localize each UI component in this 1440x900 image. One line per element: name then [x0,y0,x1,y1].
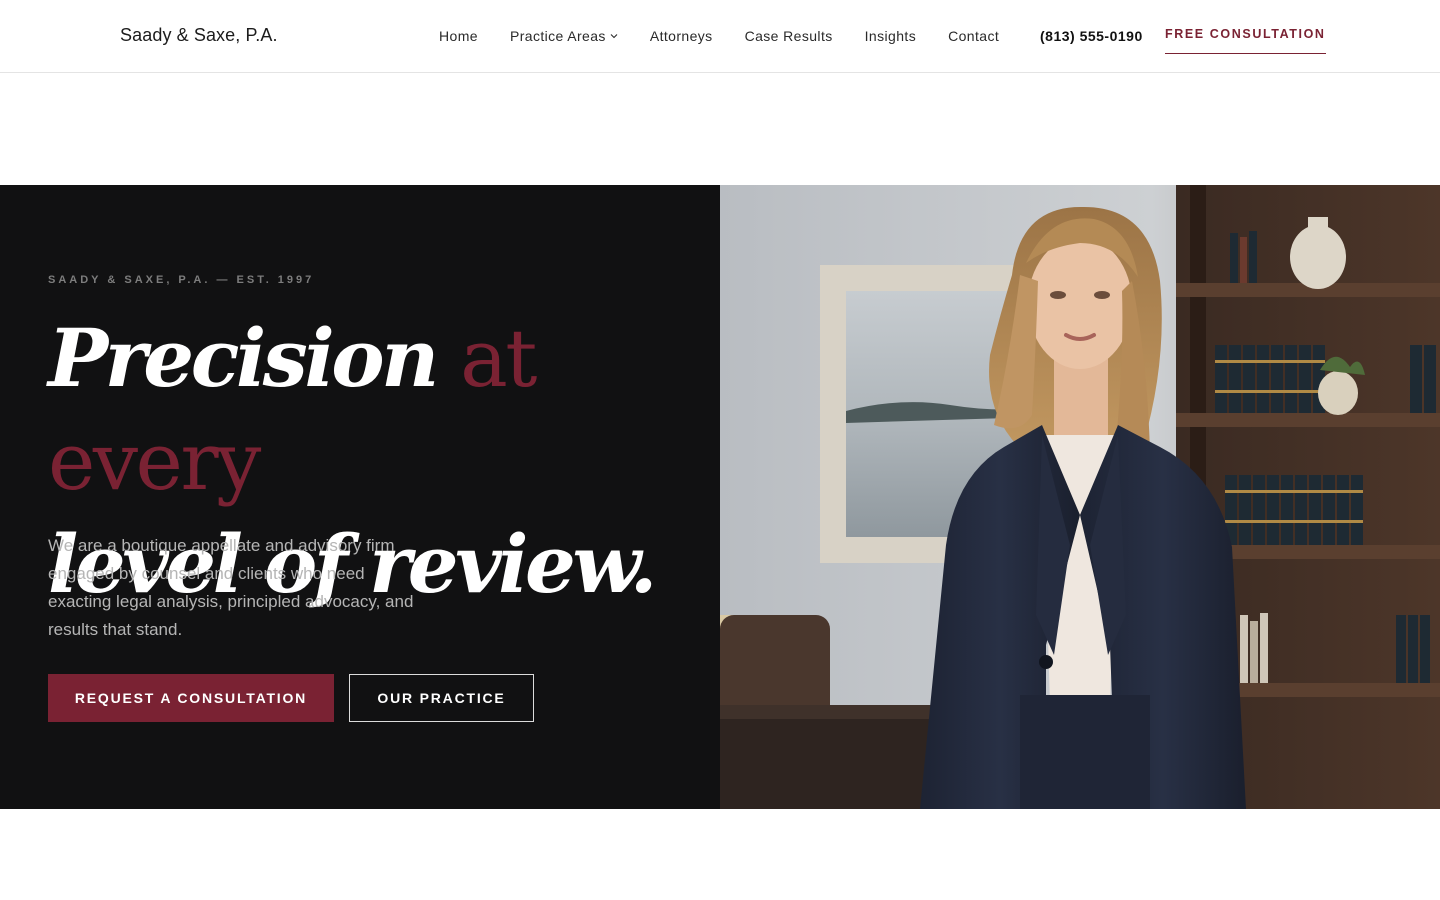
nav-item-home[interactable]: Home [439,28,478,44]
nav-item-insights[interactable]: Insights [865,28,916,44]
brand-logo[interactable]: Saady & Saxe, P.A. [120,25,278,46]
nav-item-attorneys[interactable]: Attorneys [650,28,713,44]
headline-part-1: Precision [48,311,461,405]
nav-item-label: Contact [948,28,1000,44]
nav-item-label: Practice Areas [509,28,606,44]
chevron-down-icon [610,34,618,39]
office-portrait-illustration [720,185,1440,809]
nav-item-label: Home [439,28,478,44]
nav-item-label: Attorneys [649,28,713,44]
site-header: Saady & Saxe, P.A. Home Practice Areas A… [0,0,1440,73]
nav-item-label: Case Results [744,28,833,44]
phone-link[interactable]: (813) 555-0190 [1040,28,1143,44]
nav-item-case-results[interactable]: Case Results [745,28,833,44]
hero-description: We are a boutique appellate and advisory… [48,536,414,639]
free-consultation-link[interactable]: FREE CONSULTATION [1165,27,1326,54]
main-nav: Home Practice Areas Attorneys Case Resul… [439,28,999,44]
hero-section: SAADY & SAXE, P.A. — EST. 1997 Precision… [0,185,1440,809]
request-consultation-button[interactable]: REQUEST A CONSULTATION [48,674,334,722]
our-practice-button[interactable]: OUR PRACTICE [349,674,534,722]
nav-item-practice-areas[interactable]: Practice Areas [510,28,618,44]
hero-eyebrow: SAADY & SAXE, P.A. — EST. 1997 [48,274,315,286]
attorney-portrait-image [720,185,1440,809]
hero-text-panel: SAADY & SAXE, P.A. — EST. 1997 Precision… [0,185,720,809]
nav-item-contact[interactable]: Contact [948,28,999,44]
nav-item-label: Insights [864,28,917,44]
